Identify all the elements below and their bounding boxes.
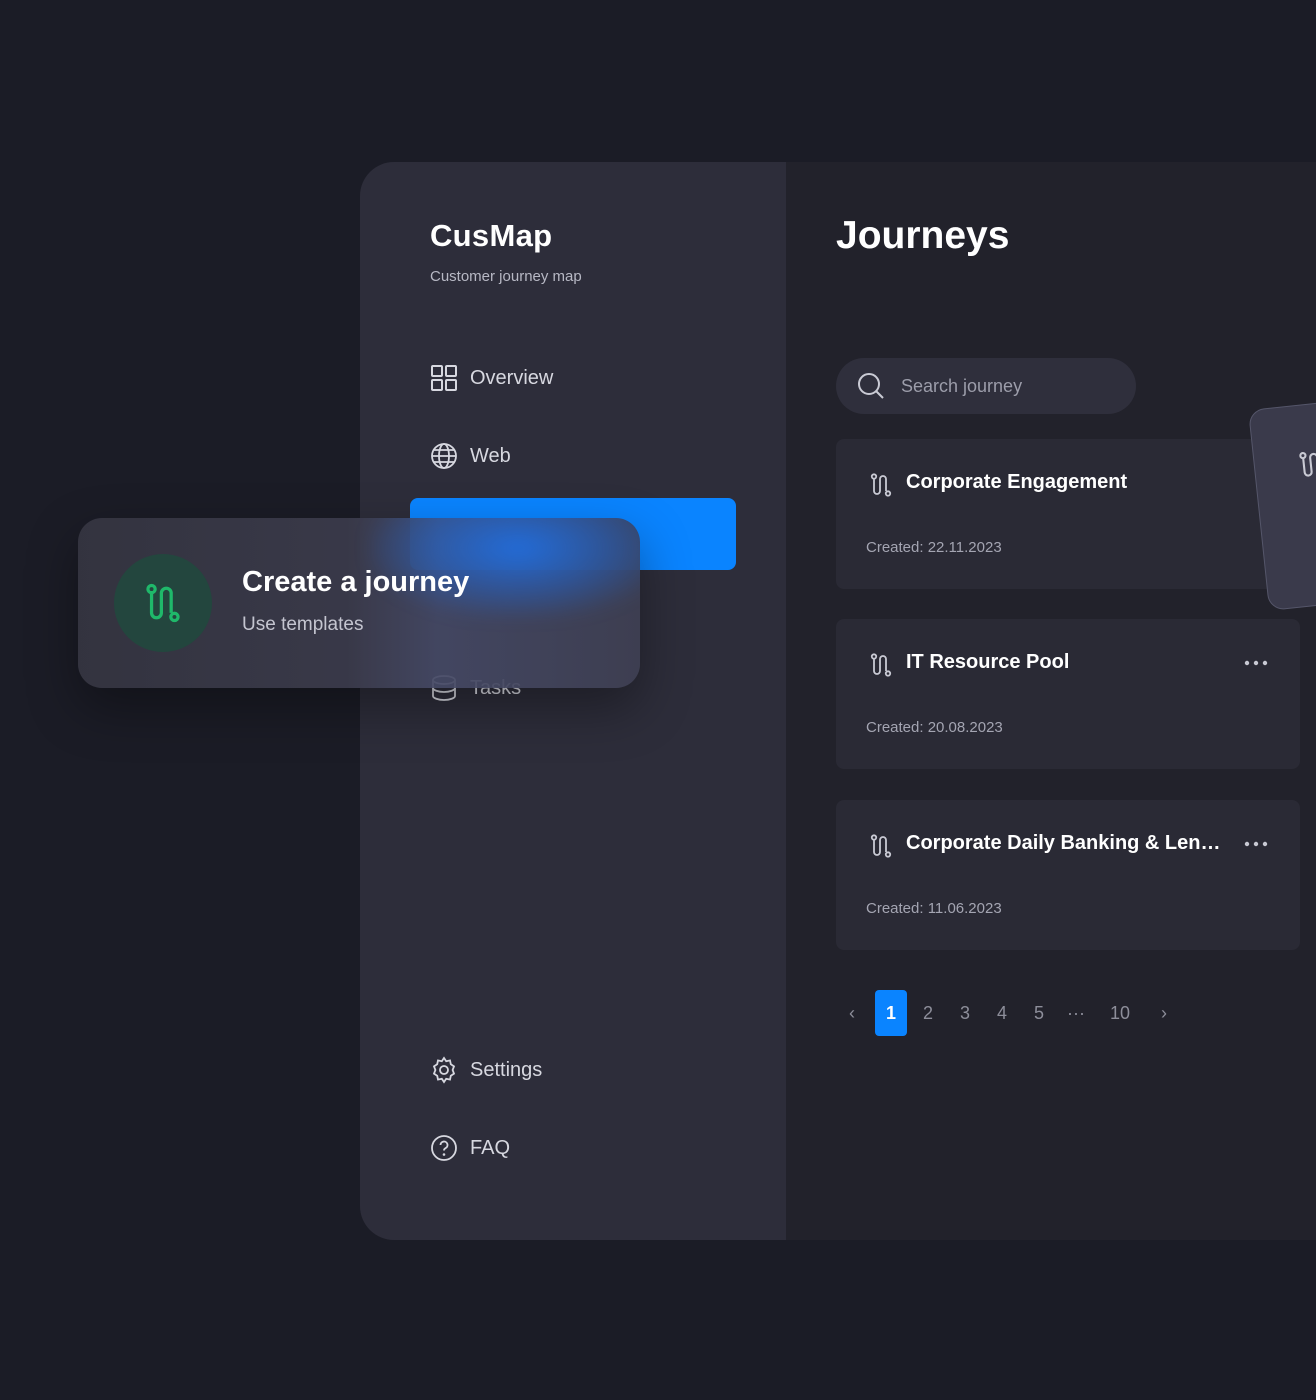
pagination-page-5[interactable]: 5 bbox=[1023, 990, 1055, 1036]
sidebar-item-faq[interactable]: FAQ bbox=[430, 1128, 510, 1168]
globe-icon bbox=[431, 443, 457, 469]
pagination-ellipsis: ··· bbox=[1067, 1002, 1085, 1023]
sidebar: CusMap Customer journey map Overview Web bbox=[360, 162, 786, 1240]
sidebar-item-label: Settings bbox=[470, 1058, 543, 1081]
pagination-next-button[interactable]: › bbox=[1148, 990, 1180, 1036]
main-panel: Journeys Corporate Engagement Created: 2… bbox=[786, 162, 1316, 1240]
sidebar-item-label: Web bbox=[470, 444, 511, 467]
search-input[interactable] bbox=[899, 374, 1123, 398]
journey-title: Corporate Engagement bbox=[906, 471, 1128, 493]
journey-card[interactable]: IT Resource Pool Created: 20.08.2023 bbox=[836, 619, 1300, 769]
pagination-page-3[interactable]: 3 bbox=[949, 990, 981, 1036]
route-icon bbox=[146, 583, 180, 623]
help-icon bbox=[431, 1135, 457, 1161]
pagination-page-10[interactable]: 10 bbox=[1102, 990, 1138, 1036]
more-icon[interactable] bbox=[1244, 836, 1268, 852]
pagination-page-4[interactable]: 4 bbox=[986, 990, 1018, 1036]
sidebar-item-settings[interactable]: Settings bbox=[430, 1050, 542, 1090]
pagination-page-2[interactable]: 2 bbox=[912, 990, 944, 1036]
sidebar-item-label: Overview bbox=[470, 366, 554, 389]
journey-date: Created: 20.08.2023 bbox=[866, 719, 1003, 736]
route-icon-badge bbox=[114, 554, 212, 652]
sidebar-item-web[interactable]: Web bbox=[430, 436, 511, 476]
pagination-prev-button[interactable]: ‹ bbox=[836, 990, 868, 1036]
app-window: CusMap Customer journey map Overview Web bbox=[360, 162, 1316, 1240]
create-journey-title: Create a journey bbox=[242, 566, 470, 598]
journey-card[interactable]: Corporate Engagement Created: 22.11.2023 bbox=[836, 439, 1300, 589]
grid-icon bbox=[431, 365, 457, 391]
route-icon bbox=[870, 834, 892, 858]
journey-title: IT Resource Pool bbox=[906, 651, 1070, 673]
page-title: Journeys bbox=[836, 214, 1010, 257]
brand-title: CusMap bbox=[430, 218, 553, 253]
sidebar-item-overview[interactable]: Overview bbox=[430, 358, 553, 398]
more-icon[interactable] bbox=[1244, 655, 1268, 671]
search-icon bbox=[858, 373, 884, 399]
sidebar-item-label: FAQ bbox=[470, 1136, 511, 1159]
route-icon bbox=[1299, 451, 1316, 477]
pagination-page-1[interactable]: 1 bbox=[875, 990, 907, 1036]
route-icon bbox=[870, 473, 892, 497]
search-bar[interactable] bbox=[836, 358, 1136, 414]
journey-date: Created: 22.11.2023 bbox=[866, 539, 1002, 556]
journey-date: Created: 11.06.2023 bbox=[866, 900, 1002, 917]
route-icon bbox=[870, 653, 892, 677]
journey-title: Corporate Daily Banking & Lending Soluti… bbox=[906, 832, 1232, 854]
journey-card[interactable]: Corporate Daily Banking & Lending Soluti… bbox=[836, 800, 1300, 950]
gear-icon bbox=[432, 1056, 456, 1084]
brand-subtitle: Customer journey map bbox=[430, 268, 582, 285]
create-journey-card[interactable]: Create a journey Use templates bbox=[78, 518, 640, 688]
create-journey-subtitle: Use templates bbox=[242, 614, 364, 635]
